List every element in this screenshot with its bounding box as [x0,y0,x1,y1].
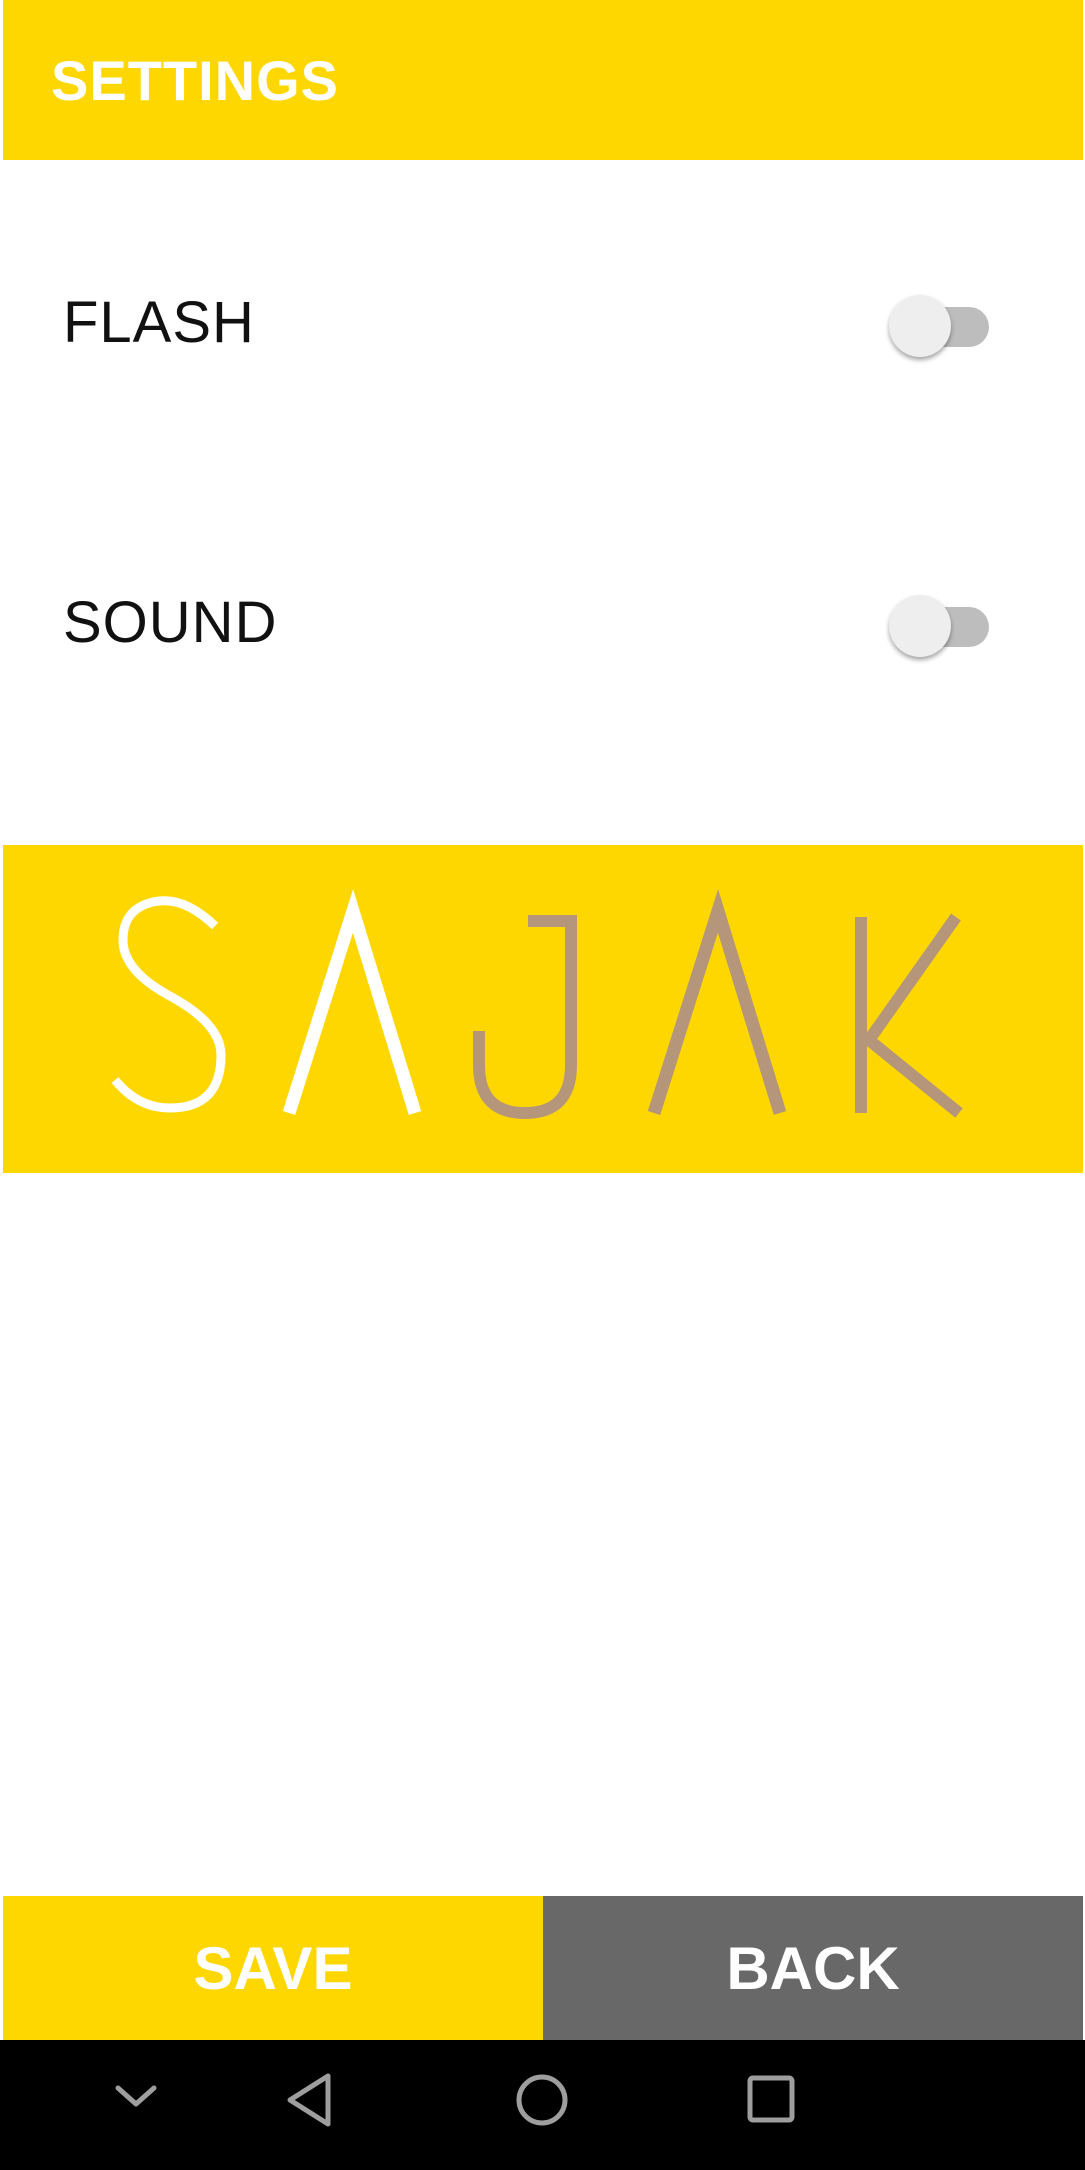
flash-label: FLASH [63,289,255,355]
flash-toggle-thumb [889,295,951,357]
page-title: SETTINGS [51,48,340,112]
logo-banner [3,845,1083,1173]
home-circle-icon[interactable] [514,2070,570,2130]
sound-label: SOUND [63,589,278,655]
flash-toggle[interactable] [889,287,999,357]
setting-row-flash: FLASH [3,252,1083,392]
sound-toggle-thumb [889,595,951,657]
logo-letter-s [111,896,226,1113]
sound-toggle[interactable] [889,587,999,657]
logo-letter-a2 [647,889,787,1115]
logo-letter-a1 [282,889,422,1115]
logo-letter-j [473,915,577,1120]
chevron-down-icon[interactable] [110,2070,162,2122]
bottom-action-bar: SAVE BACK [3,1896,1083,2040]
app-bar: SETTINGS [3,0,1083,160]
setting-row-sound: SOUND [3,552,1083,692]
recents-square-icon[interactable] [744,2070,798,2130]
back-button[interactable]: BACK [543,1896,1083,2040]
logo-letter-k [855,913,963,1118]
sajak-logo [111,889,963,1120]
back-triangle-icon[interactable] [284,2070,336,2130]
system-nav-bar [0,2040,1085,2170]
save-button[interactable]: SAVE [3,1896,543,2040]
